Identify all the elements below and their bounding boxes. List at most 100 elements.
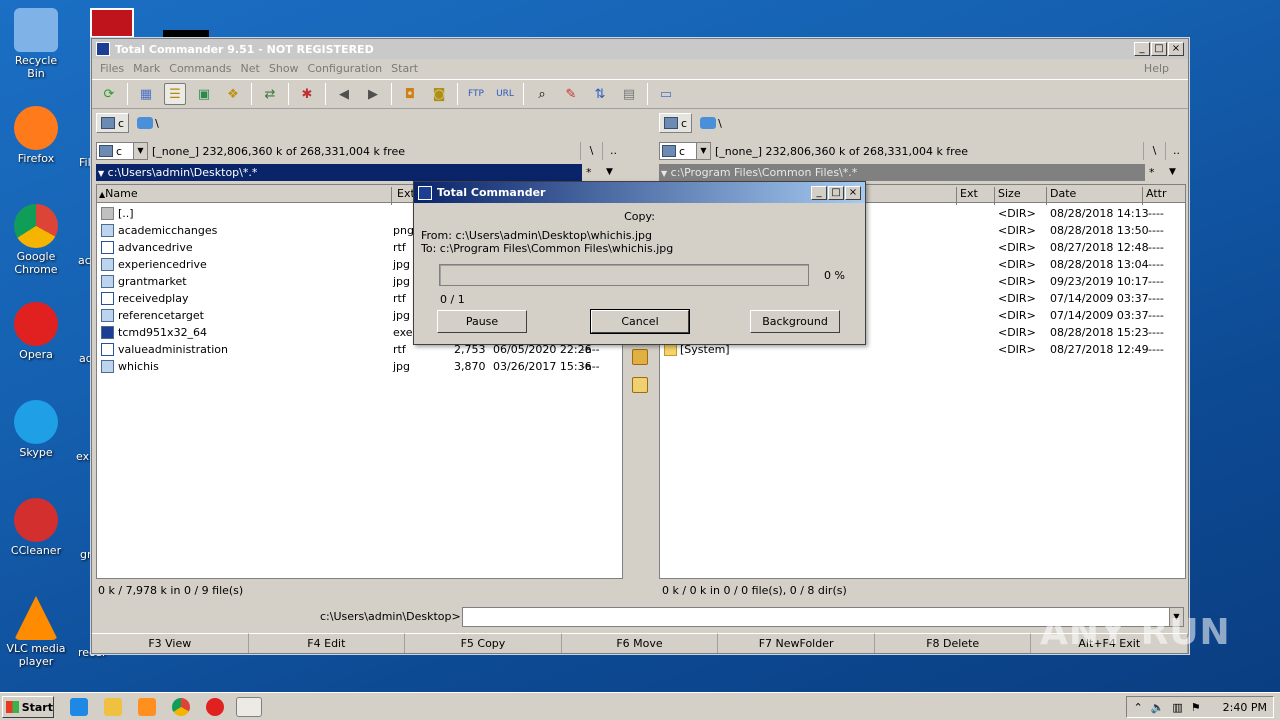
toolbar-separator <box>251 83 252 105</box>
right-drive-c-button[interactable]: c <box>659 113 693 133</box>
invert-selection-icon[interactable]: ⇄ <box>259 83 281 105</box>
toolbar: ⟳ ▦ ☰ ▣ ❖ ⇄ ✱ ◀ ▶ ◘ ◙ FTP URL ⌕ ✎ ⇅ ▤ ▭ <box>92 79 1188 109</box>
dark-app-icon[interactable] <box>163 30 209 38</box>
network-icon[interactable]: ▥ <box>1172 701 1182 714</box>
column-ext[interactable]: Ext <box>960 187 978 200</box>
f6-move-button[interactable]: F6 Move <box>561 633 719 653</box>
f5-copy-button[interactable]: F5 Copy <box>405 633 562 653</box>
left-drive-c-button[interactable]: c <box>96 113 130 133</box>
menu-show[interactable]: Show <box>269 62 299 75</box>
forward-arrow-icon[interactable]: ▶ <box>362 83 384 105</box>
gift-package-icon[interactable] <box>632 349 648 365</box>
new-folder-icon[interactable] <box>632 377 648 393</box>
column-size[interactable]: Size <box>998 187 1021 200</box>
desktop-icon-firefox[interactable]: Firefox <box>6 106 66 165</box>
find-binoculars-icon[interactable]: ⌕ <box>531 83 553 105</box>
right-status: 0 k / 0 k in 0 / 0 file(s), 0 / 8 dir(s) <box>662 584 847 597</box>
chevron-down-icon[interactable]: ▼ <box>1169 164 1176 181</box>
left-current-path[interactable]: ▼ c:\Users\admin\Desktop\*.* <box>96 164 582 181</box>
function-key-bar: F3 View F4 Edit F5 Copy F6 Move F7 NewFo… <box>92 633 1189 653</box>
right-root-button[interactable]: \ <box>1143 142 1165 160</box>
right-up-button[interactable]: .. <box>1165 142 1187 160</box>
f3-view-button[interactable]: F3 View <box>92 633 249 653</box>
refresh-icon[interactable]: ⟳ <box>98 83 120 105</box>
minimize-button[interactable]: _ <box>1134 42 1150 56</box>
dialog-maximize-button[interactable]: □ <box>828 186 844 200</box>
tree-icon[interactable]: ❖ <box>222 83 244 105</box>
column-attr[interactable]: Attr <box>1146 187 1166 200</box>
f8-delete-button[interactable]: F8 Delete <box>874 633 1032 653</box>
network-icon[interactable] <box>700 117 717 129</box>
back-arrow-icon[interactable]: ◀ <box>333 83 355 105</box>
menu-net[interactable]: Net <box>241 62 260 75</box>
speaker-icon[interactable]: 🔈 <box>1151 701 1165 714</box>
maximize-button[interactable]: □ <box>1151 42 1167 56</box>
explorer-icon[interactable] <box>104 698 122 716</box>
menu-mark[interactable]: Mark <box>133 62 160 75</box>
desktop-icon-chrome[interactable]: Google Chrome <box>6 204 66 276</box>
left-up-button[interactable]: .. <box>602 142 624 160</box>
sync-dirs-icon[interactable]: ⇅ <box>589 83 611 105</box>
desktop-icon-vlc[interactable]: VLC media player <box>6 596 66 668</box>
clipboard-icon[interactable]: ▭ <box>655 83 677 105</box>
full-view-icon[interactable]: ☰ <box>164 83 186 105</box>
file-name: [..] <box>118 207 134 220</box>
menu-configuration[interactable]: Configuration <box>308 62 383 75</box>
media-player-icon[interactable] <box>138 698 156 716</box>
start-button[interactable]: Start <box>2 696 54 718</box>
ftp-icon[interactable]: FTP <box>465 83 487 105</box>
left-root-button[interactable]: \ <box>580 142 602 160</box>
cancel-button[interactable]: Cancel <box>590 309 690 334</box>
pdf-app-icon[interactable] <box>90 8 134 38</box>
desktop-icon-opera[interactable]: Opera <box>6 302 66 361</box>
right-net-path[interactable]: \ <box>718 117 722 130</box>
pause-button[interactable]: Pause <box>437 310 527 333</box>
url-icon[interactable]: URL <box>494 83 516 105</box>
menu-help[interactable]: Help <box>1144 62 1169 75</box>
opera-icon[interactable] <box>206 698 224 716</box>
column-name[interactable]: ▲Name <box>99 187 138 200</box>
left-drive-combo[interactable]: c ▼ <box>96 142 148 160</box>
vlc-icon <box>14 596 58 640</box>
compare-icon[interactable]: ✱ <box>296 83 318 105</box>
left-star-button[interactable]: * <box>586 164 592 181</box>
network-icon[interactable] <box>137 117 154 129</box>
brief-view-icon[interactable]: ▦ <box>135 83 157 105</box>
desktop-icon-ccleaner[interactable]: CCleaner <box>6 498 66 557</box>
file-attr: ---- <box>1148 258 1164 271</box>
flag-icon[interactable]: ⚑ <box>1191 701 1201 714</box>
right-current-path[interactable]: ▼ c:\Program Files\Common Files\*.* <box>659 164 1145 181</box>
chrome-icon[interactable] <box>172 698 190 716</box>
total-commander-task-icon[interactable] <box>236 697 262 717</box>
unpack-icon[interactable]: ◙ <box>428 83 450 105</box>
column-divider <box>956 187 957 205</box>
pack-icon[interactable]: ◘ <box>399 83 421 105</box>
f4-edit-button[interactable]: F4 Edit <box>248 633 406 653</box>
left-net-path[interactable]: \ <box>155 117 159 130</box>
table-row[interactable]: whichis jpg 3,870 03/26/2017 15:36 -a-- <box>97 358 622 375</box>
title-bar[interactable]: Total Commander 9.51 - NOT REGISTERED _ … <box>92 39 1188 59</box>
ie-icon[interactable] <box>70 698 88 716</box>
desktop-icon-skype[interactable]: Skype <box>6 400 66 459</box>
f7-newfolder-button[interactable]: F7 NewFolder <box>718 633 875 653</box>
menu-files[interactable]: Files <box>100 62 124 75</box>
notepad-icon[interactable]: ▤ <box>618 83 640 105</box>
column-date[interactable]: Date <box>1050 187 1076 200</box>
chevron-down-icon: ▼ <box>98 169 105 178</box>
menu-commands[interactable]: Commands <box>169 62 231 75</box>
file-ext: rtf <box>393 343 406 356</box>
dialog-title-bar[interactable]: Total Commander <box>414 182 865 203</box>
clock[interactable]: 2:40 PM <box>1223 701 1267 714</box>
menu-start[interactable]: Start <box>391 62 418 75</box>
background-button[interactable]: Background <box>750 310 840 333</box>
desktop-icon-recycle-bin[interactable]: Recycle Bin <box>6 8 66 80</box>
dialog-close-button[interactable]: × <box>845 186 861 200</box>
dialog-minimize-button[interactable]: _ <box>811 186 827 200</box>
multi-rename-icon[interactable]: ✎ <box>560 83 582 105</box>
chevron-down-icon[interactable]: ▼ <box>606 164 613 181</box>
right-drive-combo[interactable]: c ▼ <box>659 142 711 160</box>
thumbnails-icon[interactable]: ▣ <box>193 83 215 105</box>
close-button[interactable]: × <box>1168 42 1184 56</box>
right-star-button[interactable]: * <box>1149 164 1155 181</box>
chevron-up-icon[interactable]: ⌃ <box>1133 701 1142 714</box>
